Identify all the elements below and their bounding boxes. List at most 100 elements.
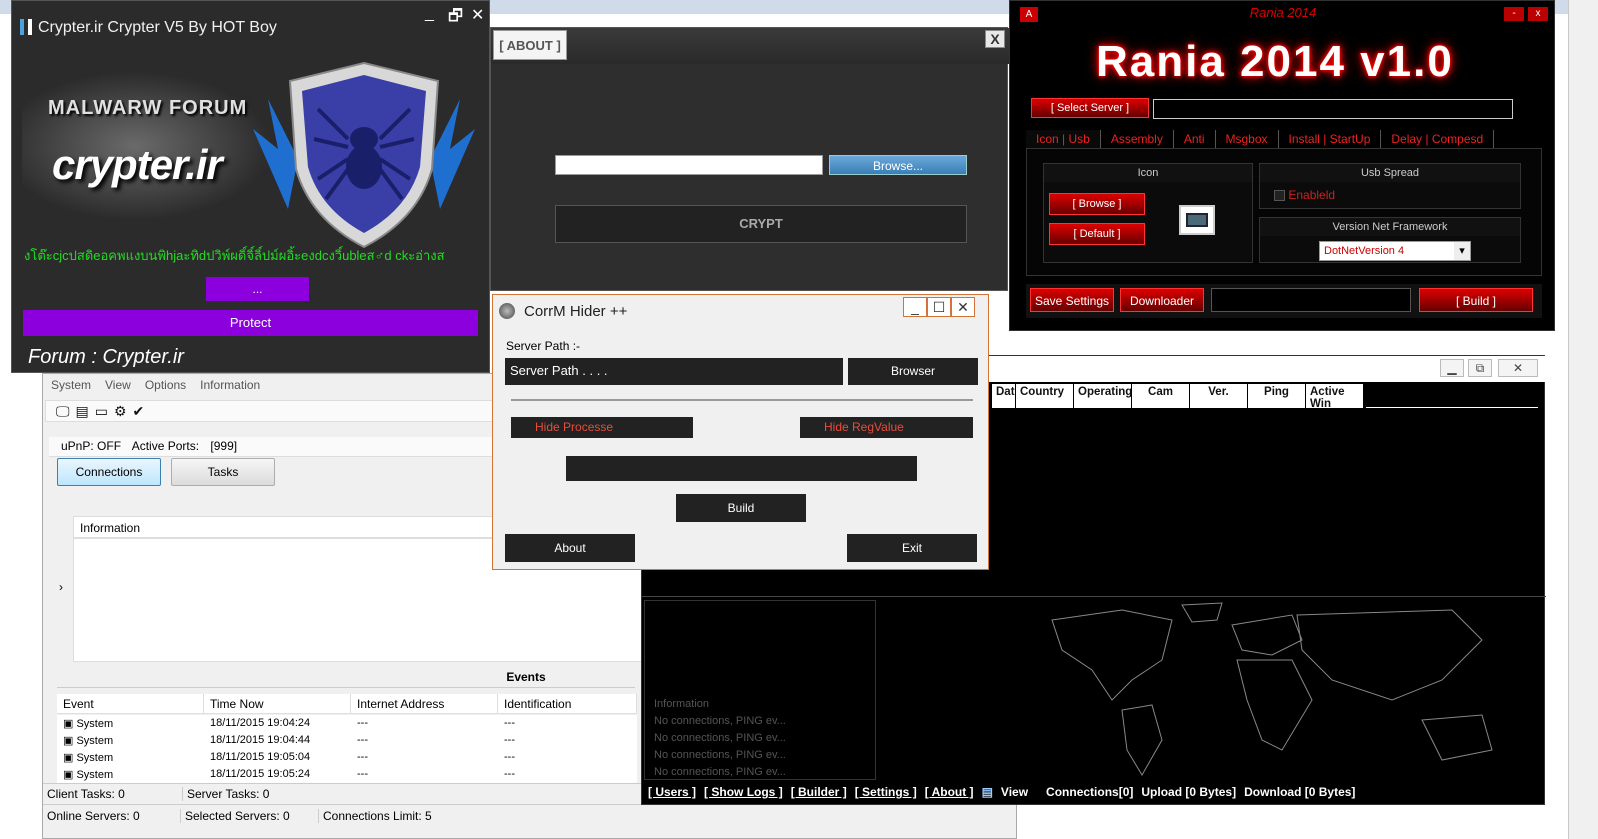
restore-button[interactable]: 🗗 xyxy=(448,5,463,32)
chevron-down-icon[interactable]: ▾ xyxy=(1454,242,1470,260)
col-address[interactable]: Internet Address xyxy=(351,694,498,713)
browse-icon-button[interactable]: [ Browse ] xyxy=(1049,193,1145,215)
download-bytes: Download [0 Bytes] xyxy=(1244,785,1356,799)
col-country[interactable]: Country xyxy=(1016,384,1074,408)
hide-regvalue-checkbox[interactable]: Hide RegValue xyxy=(800,417,973,438)
close-button[interactable]: ✕ xyxy=(1498,359,1538,377)
expand-arrow-icon[interactable]: › xyxy=(59,580,63,594)
link-about[interactable]: [ About ] xyxy=(925,785,974,799)
tab-icon-usb[interactable]: Icon | Usb xyxy=(1026,130,1101,148)
terminal-icon: ▣ xyxy=(63,752,74,764)
rat-menu-bar: System View Options Information xyxy=(43,378,260,394)
table-row[interactable]: ▣ System 18/11/2015 19:04:44 --- --- xyxy=(57,732,637,749)
forum-footer: Forum : Crypter.ir xyxy=(28,346,184,368)
minimize-button[interactable]: - xyxy=(1504,7,1524,21)
tab-install-startup[interactable]: Install | StartUp xyxy=(1278,130,1382,148)
close-button[interactable]: X xyxy=(985,30,1005,48)
downloader-button[interactable]: Downloader xyxy=(1120,288,1204,312)
col-event[interactable]: Event xyxy=(57,694,204,713)
dark-bottom-bar: [ Users ] [ Show Logs ] [ Builder ] [ Se… xyxy=(642,781,1546,803)
selected-servers: Selected Servers: 0 xyxy=(181,808,319,823)
build-button[interactable]: Build xyxy=(676,494,806,522)
restore-button[interactable]: ⧉ xyxy=(1468,359,1492,377)
app-icon xyxy=(20,19,32,35)
table-row[interactable]: ▣ System 18/11/2015 19:05:04 --- --- xyxy=(57,749,637,766)
view-icon[interactable]: ▤ xyxy=(982,785,993,799)
event-id: --- xyxy=(504,734,515,746)
marquee-text: งโต๊ะcjcปสดิeอคพแงบนพิhjaะทิdปวิพ์ผดิ์จิ… xyxy=(24,248,445,263)
link-builder[interactable]: [ Builder ] xyxy=(791,785,847,799)
browse-dots-button[interactable]: ... xyxy=(206,277,309,301)
usb-group: Usb Spread Enableld xyxy=(1259,163,1521,209)
tab-about[interactable]: [ ABOUT ] xyxy=(493,30,567,60)
close-button[interactable]: ✕ xyxy=(951,297,975,317)
corrm-title: CorrM Hider ++ xyxy=(524,303,628,320)
about-button[interactable]: About xyxy=(505,534,635,562)
col-date[interactable]: Dat xyxy=(992,384,1016,408)
file-path-input[interactable] xyxy=(555,155,823,175)
net-version-select[interactable]: DotNetVersion 4 ▾ xyxy=(1319,241,1471,261)
list-icon[interactable]: ▤ xyxy=(76,403,89,420)
link-users[interactable]: [ Users ] xyxy=(648,785,696,799)
select-server-button[interactable]: [ Select Server ] xyxy=(1031,98,1149,118)
spider-shield-logo xyxy=(253,61,475,249)
table-row[interactable]: ▣ System 18/11/2015 19:04:24 --- --- xyxy=(57,715,637,732)
tab-assembly[interactable]: Assembly xyxy=(1100,130,1174,148)
col-identification[interactable]: Identification xyxy=(498,694,637,713)
event-address: --- xyxy=(357,768,368,780)
build-button[interactable]: [ Build ] xyxy=(1419,288,1533,312)
event-id: --- xyxy=(504,751,515,763)
monitor-icon[interactable]: 🖵 xyxy=(56,403,70,420)
tab-connections[interactable]: Connections xyxy=(57,458,161,486)
server-path-input[interactable] xyxy=(1153,99,1513,119)
menu-system[interactable]: System xyxy=(51,378,91,394)
crypt-button[interactable]: CRYPT xyxy=(555,205,967,243)
col-active-win[interactable]: Active Win xyxy=(1306,384,1364,410)
gear-icon[interactable]: ⚙ xyxy=(114,403,127,420)
browser-button[interactable]: Browser xyxy=(848,358,978,385)
link-settings[interactable]: [ Settings ] xyxy=(855,785,917,799)
rania-window: A Rania 2014 - x Rania 2014 v1.0 [ Selec… xyxy=(1009,0,1555,331)
col-operating[interactable]: Operating xyxy=(1074,384,1132,408)
checkbox-box[interactable] xyxy=(1274,190,1285,202)
col-ping[interactable]: Ping xyxy=(1248,384,1306,408)
menu-view[interactable]: View xyxy=(105,378,131,394)
status-bar-tasks: Client Tasks: 0 Server Tasks: 0 xyxy=(43,783,643,803)
maximize-button[interactable]: ☐ xyxy=(927,297,951,317)
corrm-hider-window: CorrM Hider ++ _ ☐ ✕ Server Path :- Serv… xyxy=(492,294,989,570)
server-path-input[interactable]: Server Path . . . . xyxy=(505,358,843,385)
tab-delay-compesd[interactable]: Delay | Compesd xyxy=(1381,130,1495,148)
menu-options[interactable]: Options xyxy=(145,378,186,394)
exit-button[interactable]: Exit xyxy=(847,534,977,562)
table-row[interactable]: ▣ System 18/11/2015 19:05:24 --- --- xyxy=(57,766,637,783)
minimize-button[interactable]: _ xyxy=(903,297,927,317)
rania-logo: Rania 2014 v1.0 xyxy=(1096,37,1454,86)
event-time: 18/11/2015 19:04:44 xyxy=(210,734,311,746)
col-cam[interactable]: Cam xyxy=(1132,384,1190,408)
info-line: No connections, PING ev... xyxy=(654,715,786,727)
default-icon-button[interactable]: [ Default ] xyxy=(1049,223,1145,245)
col-time[interactable]: Time Now xyxy=(204,694,351,713)
status-bar-servers: Online Servers: 0 Selected Servers: 0 Co… xyxy=(43,804,1018,826)
window-icon[interactable]: ▭ xyxy=(95,403,108,420)
browse-button[interactable]: Browse... xyxy=(829,155,967,175)
minimize-button[interactable]: _ xyxy=(425,5,434,23)
minimize-button[interactable]: ▁ xyxy=(1440,359,1464,377)
output-field[interactable] xyxy=(566,456,917,481)
close-button[interactable]: x xyxy=(1528,7,1548,21)
menu-information[interactable]: Information xyxy=(200,378,260,394)
close-button[interactable]: ✕ xyxy=(471,5,484,25)
info-label: Information xyxy=(654,698,710,710)
hide-process-checkbox[interactable]: Hide Processe xyxy=(511,417,693,438)
usb-enabled-checkbox[interactable]: Enableld xyxy=(1260,182,1520,208)
protect-button[interactable]: Protect xyxy=(23,310,478,336)
server-path-label: Server Path :- xyxy=(506,339,581,353)
tab-tasks[interactable]: Tasks xyxy=(171,458,275,486)
link-show-logs[interactable]: [ Show Logs ] xyxy=(704,785,783,799)
save-settings-button[interactable]: Save Settings xyxy=(1030,288,1114,312)
tab-msgbox[interactable]: Msgbox xyxy=(1215,130,1279,148)
check-icon[interactable]: ✔ xyxy=(133,403,145,420)
col-version[interactable]: Ver. xyxy=(1190,384,1248,408)
link-view[interactable]: View xyxy=(1001,785,1028,799)
tab-anti[interactable]: Anti xyxy=(1173,130,1216,148)
